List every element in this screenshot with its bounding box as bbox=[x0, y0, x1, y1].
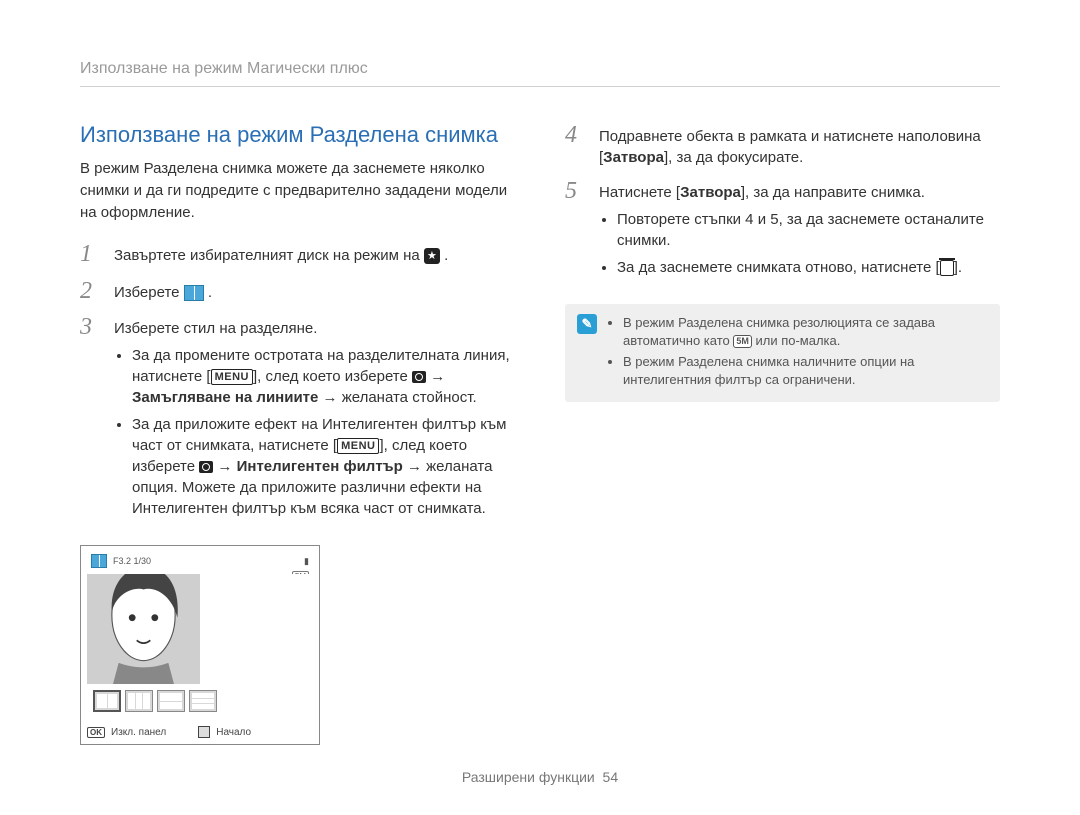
menu-button-icon: MENU bbox=[211, 369, 253, 385]
exposure-text: F3.2 1/30 bbox=[113, 556, 151, 566]
b1-c: → желаната стойност. bbox=[318, 389, 476, 406]
camera-icon bbox=[199, 461, 213, 473]
resolution-5m-icon: 5M bbox=[733, 335, 752, 348]
home-icon bbox=[198, 726, 210, 738]
b2-a: За да заснемете снимката отново, натисне… bbox=[617, 259, 940, 276]
ok-button-icon: OK bbox=[87, 727, 105, 738]
step-number: 2 bbox=[80, 278, 102, 304]
step-2-text: Изберете bbox=[114, 284, 184, 301]
left-column: Използване на режим Разделена снимка В р… bbox=[80, 122, 515, 745]
section-title: Използване на режим Разделена снимка bbox=[80, 122, 515, 148]
info-icon: ✎ bbox=[577, 314, 597, 334]
page-footer: Разширени функции 54 bbox=[0, 769, 1080, 785]
mode-dial-icon: ★ bbox=[424, 248, 440, 264]
step-1: 1 Завъртете избирателният диск на режим … bbox=[80, 241, 515, 267]
preview-left-pane bbox=[87, 574, 201, 684]
step-3-bullet-1: За да промените остротата на разделителн… bbox=[132, 345, 515, 408]
step-3-text: Изберете стил на разделяне. bbox=[114, 320, 317, 337]
smart-filter-label: Интелигентен филтър bbox=[237, 458, 403, 475]
footer-page-number: 54 bbox=[603, 769, 619, 785]
trash-icon bbox=[940, 260, 954, 276]
step-5-bullet-1: Повторете стъпки 4 и 5, за да заснемете … bbox=[617, 209, 1000, 251]
note-item-2: В режим Разделена снимка наличните опции… bbox=[623, 353, 988, 388]
camera-icon bbox=[412, 371, 426, 383]
preview-right-pane bbox=[200, 574, 313, 684]
step-4: 4 Подравнете обекта в рамката и натиснет… bbox=[565, 122, 1000, 168]
step-5-b: ], за да направите снимка. bbox=[741, 184, 925, 201]
header-breadcrumb: Използване на режим Магически плюс bbox=[80, 60, 1000, 87]
arrow: → bbox=[213, 458, 236, 475]
layout-option[interactable] bbox=[125, 690, 153, 712]
battery-icon: ▮ bbox=[304, 556, 309, 567]
shutter-label: Затвора bbox=[680, 184, 741, 201]
step-1-text-end: . bbox=[444, 247, 448, 264]
step-4-b: ], за да фокусирате. bbox=[664, 149, 803, 166]
step-2: 2 Изберете . bbox=[80, 278, 515, 304]
step-number: 5 bbox=[565, 178, 587, 284]
step-3: 3 Изберете стил на разделяне. За да пром… bbox=[80, 314, 515, 525]
section-intro: В режим Разделена снимка можете да засне… bbox=[80, 158, 515, 223]
step-5-bullet-2: За да заснемете снимката отново, натисне… bbox=[617, 257, 1000, 278]
menu-button-icon: MENU bbox=[337, 438, 379, 454]
breadcrumb-text: Използване на режим Магически плюс bbox=[80, 60, 368, 77]
step-3-bullets: За да промените остротата на разделителн… bbox=[114, 345, 515, 519]
camera-screen-preview: F3.2 1/30 ▮ 5M ESP ⊘ bbox=[80, 545, 320, 745]
line-blur-label: Замъгляване на линиите bbox=[132, 389, 318, 406]
step-3-bullet-2: За да приложите ефект на Интелигентен фи… bbox=[132, 414, 515, 519]
step-2-text-end: . bbox=[208, 284, 212, 301]
step-number: 1 bbox=[80, 241, 102, 267]
layout-selector bbox=[87, 684, 313, 720]
layout-option[interactable] bbox=[93, 690, 121, 712]
arrow: → bbox=[426, 368, 445, 385]
step-number: 4 bbox=[565, 122, 587, 168]
layout-option[interactable] bbox=[189, 690, 217, 712]
b2-b: ]. bbox=[954, 259, 962, 276]
right-column: 4 Подравнете обекта в рамката и натиснет… bbox=[565, 122, 1000, 745]
home-label: Начало bbox=[216, 727, 251, 738]
step-1-text: Завъртете избирателният диск на режим на bbox=[114, 247, 424, 264]
ok-button-label: Изкл. панел bbox=[111, 727, 166, 738]
split-shot-icon bbox=[184, 285, 204, 301]
step-5-bullets: Повторете стъпки 4 и 5, за да заснемете … bbox=[599, 209, 1000, 278]
split-icon bbox=[91, 554, 107, 568]
note1-b: или по-малка. bbox=[752, 333, 841, 348]
step-5-a: Натиснете [ bbox=[599, 184, 680, 201]
layout-option[interactable] bbox=[157, 690, 185, 712]
note-item-1: В режим Разделена снимка резолюцията се … bbox=[623, 314, 988, 349]
shutter-label: Затвора bbox=[603, 149, 664, 166]
b1-b: ], след което изберете bbox=[253, 368, 412, 385]
step-5: 5 Натиснете [Затвора], за да направите с… bbox=[565, 178, 1000, 284]
step-number: 3 bbox=[80, 314, 102, 525]
footer-section: Разширени функции bbox=[462, 769, 595, 785]
info-note: ✎ В режим Разделена снимка резолюцията с… bbox=[565, 304, 1000, 402]
